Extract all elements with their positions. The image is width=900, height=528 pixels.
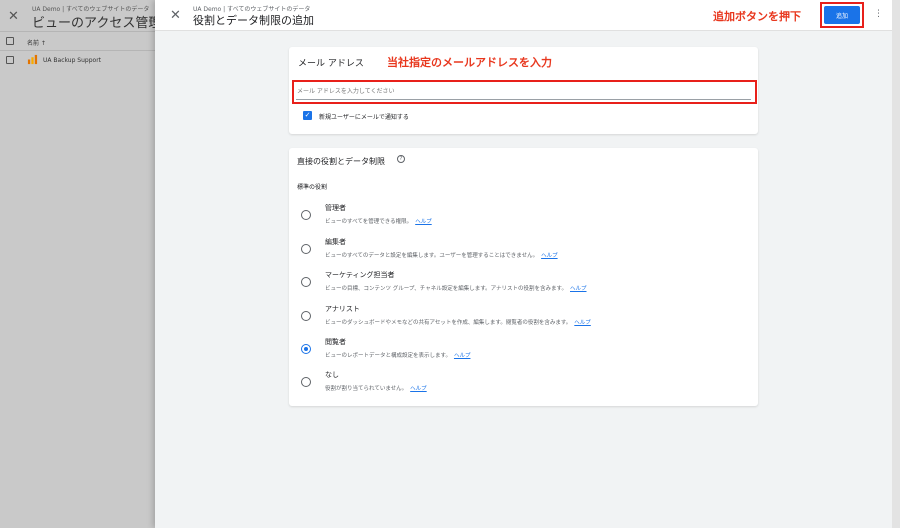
- bg-select-all-checkbox[interactable]: [6, 37, 14, 45]
- role-name: なし: [325, 371, 339, 379]
- role-option-none[interactable]: なし 役割が割り当てられていません。 ヘルプ: [289, 370, 758, 400]
- role-desc: ビューのレポートデータと構成設定を表示します。 ヘルプ: [325, 353, 471, 359]
- email-annotation: 当社指定のメールアドレスを入力: [387, 56, 552, 69]
- add-button[interactable]: 追加: [824, 6, 860, 24]
- role-option-analyst[interactable]: アナリスト ビューのダッシュボードやメモなどの共有アセットを作成、編集します。閲…: [289, 304, 758, 334]
- help-link[interactable]: ヘルプ: [541, 253, 558, 259]
- roles-heading: 直接の役割とデータ制限: [297, 157, 385, 166]
- analytics-logo-icon: [27, 54, 38, 65]
- more-options-icon[interactable]: ⋮: [874, 9, 883, 19]
- notify-checkbox[interactable]: ✓: [303, 111, 312, 120]
- roles-card: 直接の役割とデータ制限 ? 標準の役割 管理者 ビューのすべてを管理できる権限。…: [289, 148, 758, 406]
- right-edge-strip: [892, 0, 900, 528]
- bg-title-tail: 3 件: [142, 17, 156, 25]
- bg-row-checkbox[interactable]: [6, 56, 14, 64]
- role-name: アナリスト: [325, 305, 360, 313]
- help-link[interactable]: ヘルプ: [454, 353, 471, 359]
- role-option-marketer[interactable]: マーケティング担当者 ビューの目標、コンテンツ グループ、チャネル設定を編集しま…: [289, 270, 758, 300]
- standard-roles-label: 標準の役割: [297, 184, 328, 191]
- bg-close-icon[interactable]: ✕: [8, 9, 19, 24]
- notify-label: 新規ユーザーにメールで通知する: [319, 114, 409, 121]
- role-option-admin[interactable]: 管理者 ビューのすべてを管理できる権限。 ヘルプ: [289, 203, 758, 233]
- role-radio[interactable]: [301, 311, 311, 321]
- role-radio[interactable]: [301, 210, 311, 220]
- help-link[interactable]: ヘルプ: [574, 320, 591, 326]
- help-link[interactable]: ヘルプ: [570, 286, 587, 292]
- bg-column-name[interactable]: 名前 ↑: [27, 38, 46, 47]
- role-name: 閲覧者: [325, 338, 346, 346]
- role-radio[interactable]: [301, 377, 311, 387]
- bg-user-name[interactable]: UA Backup Support: [43, 57, 101, 64]
- add-button-annotation: 追加ボタンを押下: [713, 10, 801, 23]
- role-name: 管理者: [325, 204, 346, 212]
- role-name: マーケティング担当者: [325, 271, 395, 279]
- role-desc: ビューのすべてのデータと設定を編集します。ユーザーを管理することはできません。ヘ…: [325, 253, 558, 259]
- role-radio[interactable]: [301, 244, 311, 254]
- bg-divider: [0, 31, 155, 32]
- role-option-viewer[interactable]: 閲覧者 ビューのレポートデータと構成設定を表示します。 ヘルプ: [289, 337, 758, 367]
- role-desc: ビューのすべてを管理できる権限。 ヘルプ: [325, 219, 432, 225]
- add-roles-panel: ✕ UA Demo | すべてのウェブサイトのデータ 役割とデータ制限の追加 追…: [155, 0, 892, 528]
- panel-title: 役割とデータ制限の追加: [193, 14, 314, 27]
- email-heading: メール アドレス: [298, 59, 364, 69]
- role-radio[interactable]: [301, 277, 311, 287]
- help-link[interactable]: ヘルプ: [415, 219, 432, 225]
- role-desc: ビューの目標、コンテンツ グループ、チャネル設定を編集します。アナリストの役割を…: [325, 286, 587, 292]
- help-link[interactable]: ヘルプ: [410, 386, 427, 392]
- close-icon[interactable]: ✕: [170, 8, 181, 23]
- role-radio-selected[interactable]: [301, 344, 311, 354]
- help-circle-icon[interactable]: ?: [397, 155, 405, 163]
- role-name: 編集者: [325, 238, 346, 246]
- bg-row-divider: [0, 50, 155, 51]
- email-input[interactable]: [296, 84, 751, 100]
- panel-header: ✕ UA Demo | すべてのウェブサイトのデータ 役割とデータ制限の追加 追…: [155, 0, 892, 31]
- email-card: メール アドレス 当社指定のメールアドレスを入力 ✓ 新規ユーザーにメールで通知…: [289, 47, 758, 134]
- role-desc: ビューのダッシュボードやメモなどの共有アセットを作成、編集します。閲覧者の役割を…: [325, 320, 591, 326]
- role-desc: 役割が割り当てられていません。 ヘルプ: [325, 386, 427, 392]
- role-option-editor[interactable]: 編集者 ビューのすべてのデータと設定を編集します。ユーザーを管理することはできま…: [289, 237, 758, 267]
